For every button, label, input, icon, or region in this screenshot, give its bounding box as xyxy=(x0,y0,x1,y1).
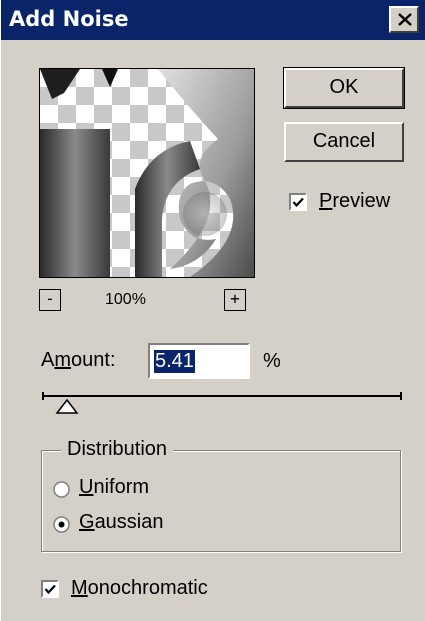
uniform-label[interactable]: Uniform xyxy=(79,476,149,499)
monochromatic-checkbox[interactable] xyxy=(41,580,59,598)
zoom-level: 100% xyxy=(105,291,146,308)
preview-label[interactable]: Preview xyxy=(319,190,390,213)
dialog-title: Add Noise xyxy=(9,7,129,31)
cancel-button[interactable]: Cancel xyxy=(284,122,404,162)
preview-image[interactable] xyxy=(39,68,255,278)
title-bar[interactable]: Add Noise xyxy=(1,0,425,40)
checkmark-icon xyxy=(44,584,56,595)
amount-unit: % xyxy=(263,350,281,372)
checkmark-icon xyxy=(292,197,304,208)
amount-input[interactable]: 5.41 xyxy=(148,343,250,379)
uniform-radio[interactable] xyxy=(53,481,70,498)
preview-checkbox[interactable] xyxy=(289,193,307,211)
ok-button[interactable]: OK xyxy=(283,67,405,109)
add-noise-dialog: Add Noise OK Cancel Preview - 100% + Amo… xyxy=(0,0,425,621)
gaussian-label[interactable]: Gaussian xyxy=(79,511,164,534)
preview-artwork xyxy=(40,69,254,277)
amount-label: Amount: xyxy=(41,349,116,371)
amount-value: 5.41 xyxy=(154,350,195,373)
gaussian-radio[interactable] xyxy=(53,516,70,533)
zoom-in-button[interactable]: + xyxy=(224,289,246,311)
monochromatic-label[interactable]: Monochromatic xyxy=(71,577,208,600)
zoom-out-button[interactable]: - xyxy=(39,289,61,311)
close-icon xyxy=(398,13,412,26)
amount-slider[interactable] xyxy=(41,392,403,418)
distribution-group xyxy=(41,450,401,552)
close-button[interactable] xyxy=(389,6,419,33)
distribution-title: Distribution xyxy=(61,438,174,461)
slider-thumb xyxy=(55,398,79,414)
